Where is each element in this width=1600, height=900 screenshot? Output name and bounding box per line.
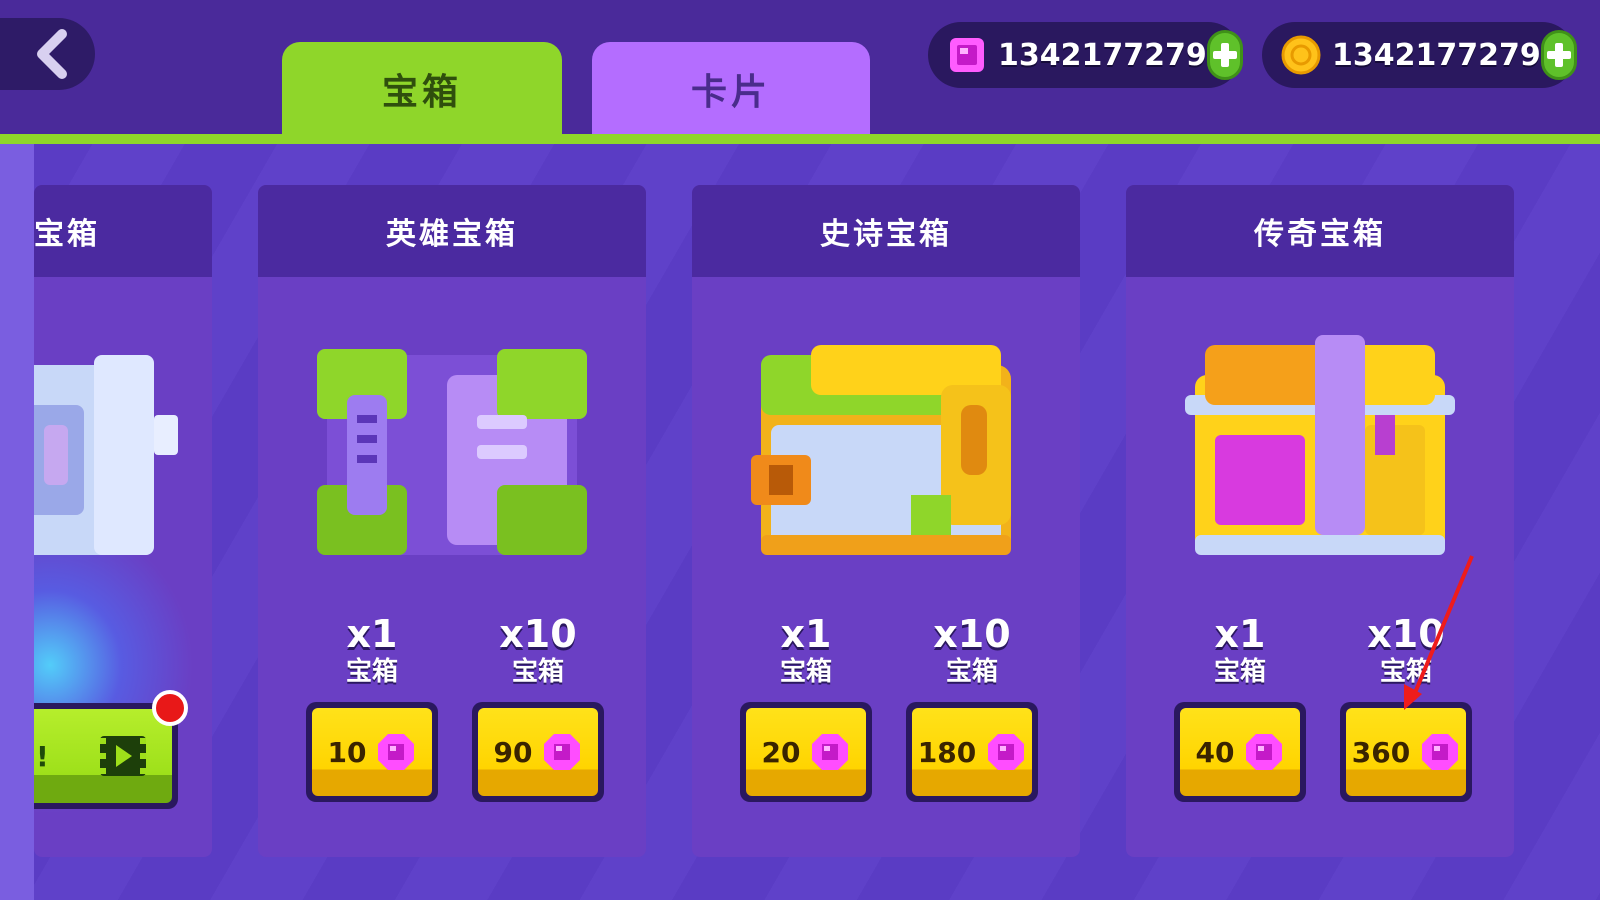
option-x10: x10 宝箱: [468, 613, 608, 689]
gem-icon: [1422, 734, 1459, 770]
add-coins-button[interactable]: [1540, 30, 1577, 80]
back-arrow-icon: [36, 29, 67, 79]
option-x1: x1 宝箱: [302, 613, 442, 689]
hero-chest-icon: [317, 349, 587, 555]
price-value: 90: [493, 735, 533, 769]
panel-title: 史诗宝箱: [692, 185, 1080, 277]
price-value: 10: [327, 735, 367, 769]
gem-icon: [544, 734, 581, 770]
coin-balance-value: 1342177279: [1332, 37, 1541, 73]
video-icon: [100, 736, 146, 776]
option-label: 宝箱: [345, 657, 398, 687]
scroll-edge: [0, 144, 34, 900]
back-button[interactable]: [0, 18, 95, 90]
option-label: 宝箱: [511, 657, 564, 687]
buy-x1-button[interactable]: 40: [1174, 702, 1306, 802]
option-count: x1: [346, 612, 398, 656]
panel-title: 宝箱: [34, 185, 212, 277]
tab-chest[interactable]: 宝箱: [282, 42, 562, 136]
annotation-arrow: [1404, 555, 1474, 710]
option-label: 宝箱: [779, 657, 832, 687]
price-value: 180: [917, 735, 977, 769]
gem-icon: [812, 734, 849, 770]
chest-panel-legendary: 传奇宝箱 x1 宝箱 x10 宝箱 40 360: [1126, 185, 1514, 857]
buy-x10-button[interactable]: 180: [906, 702, 1038, 802]
gem-icon: [946, 32, 988, 78]
price-value: 20: [761, 735, 801, 769]
coin-icon: [1280, 32, 1322, 78]
gem-icon: [1246, 734, 1283, 770]
panel-title: 传奇宝箱: [1126, 185, 1514, 277]
option-x1: x1 宝箱: [736, 613, 876, 689]
option-count: x10: [933, 612, 1011, 656]
coin-balance: 1342177279: [1262, 22, 1577, 88]
tab-cards-label: 卡片: [690, 72, 771, 113]
buy-x1-button[interactable]: 20: [740, 702, 872, 802]
gem-balance-value: 1342177279: [998, 37, 1207, 73]
option-x10: x10 宝箱: [902, 613, 1042, 689]
option-count: x10: [499, 612, 577, 656]
chest-panel-hero: 英雄宝箱 x1 宝箱 x10 宝箱 10 90: [258, 185, 646, 857]
tab-chest-label: 宝箱: [381, 72, 462, 113]
legendary-chest-icon: [1185, 335, 1455, 555]
plus-icon: [1212, 43, 1237, 67]
epic-chest-icon: [751, 345, 1011, 555]
tab-underline: [0, 134, 1600, 144]
option-label: 宝箱: [945, 657, 998, 687]
chest-icon: [34, 355, 178, 555]
option-count: x1: [1214, 612, 1266, 656]
tab-cards[interactable]: 卡片: [592, 42, 870, 136]
add-gems-button[interactable]: [1206, 30, 1243, 80]
notification-badge: [152, 690, 188, 726]
plus-icon: [1546, 43, 1571, 67]
panel-title: 英雄宝箱: [258, 185, 646, 277]
buy-x1-button[interactable]: 10: [306, 702, 438, 802]
price-value: 360: [1351, 735, 1411, 769]
watch-ad-label: !: [36, 739, 49, 773]
option-x1: x1 宝箱: [1170, 613, 1310, 689]
chest-panel-epic: 史诗宝箱 x1 宝箱 x10 宝箱 20 180: [692, 185, 1080, 857]
gem-icon: [378, 734, 415, 770]
option-label: 宝箱: [1213, 657, 1266, 687]
option-count: x1: [780, 612, 832, 656]
buy-x10-button[interactable]: 90: [472, 702, 604, 802]
price-value: 40: [1195, 735, 1235, 769]
gem-icon: [988, 734, 1025, 770]
gem-balance: 1342177279: [928, 22, 1243, 88]
